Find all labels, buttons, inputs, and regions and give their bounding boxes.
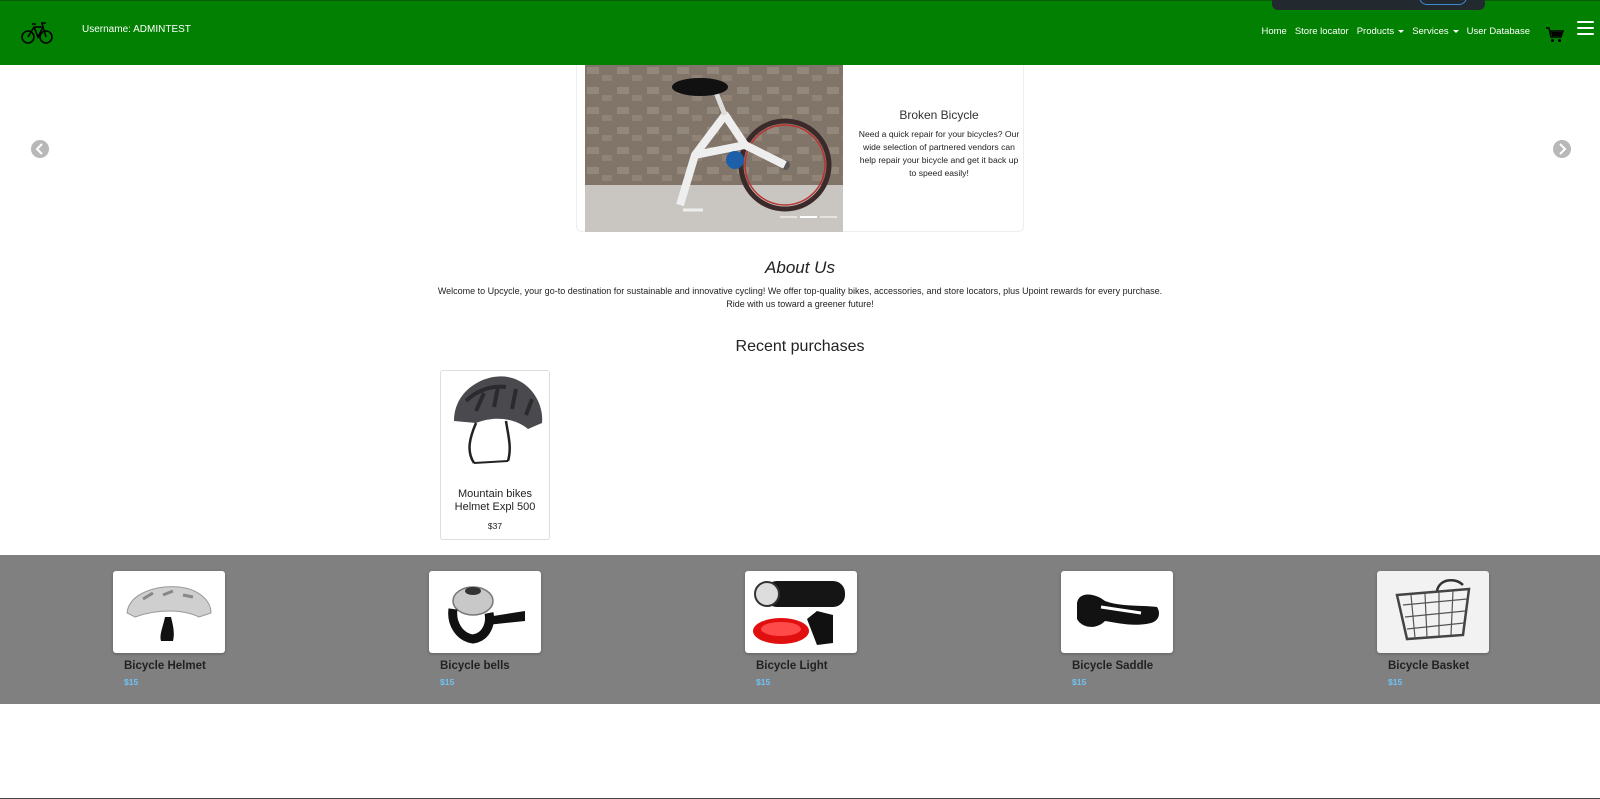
carousel-indicator-active[interactable] (800, 216, 817, 218)
featured-product-price: $15 (1072, 677, 1087, 687)
hero-carousel: Broken Bicycle Need a quick repair for y… (576, 65, 1024, 232)
featured-product-card[interactable]: Bicycle Helmet $15 (113, 571, 225, 687)
nav-services-dropdown[interactable]: Services (1408, 26, 1462, 37)
featured-products-band: Bicycle Helmet $15 Bicycle bells $15 Bic… (0, 555, 1600, 704)
purchase-product-name: Mountain bikes Helmet Expl 500 (454, 488, 536, 513)
nav-products-label: Products (1356, 26, 1395, 37)
main-nav: Home Store locator Products Services Use… (1257, 26, 1534, 37)
nav-store-locator[interactable]: Store locator (1291, 26, 1353, 37)
helmet-product-image (454, 376, 543, 464)
featured-product-name: Bicycle Saddle (1072, 660, 1154, 672)
nav-user-database[interactable]: User Database (1463, 26, 1534, 37)
chevron-right-icon (1559, 143, 1567, 155)
chevron-left-icon (35, 143, 43, 155)
carousel-next-button[interactable] (1553, 140, 1571, 158)
basket-icon (1377, 571, 1489, 653)
featured-product-card[interactable]: Bicycle Light $15 (745, 571, 857, 687)
top-navbar: Username: ADMINTEST Home Store locator P… (0, 0, 1600, 65)
featured-product-name: Bicycle bells (440, 660, 510, 672)
nav-products-dropdown[interactable]: Products (1353, 26, 1409, 37)
featured-product-name: Bicycle Light (756, 660, 828, 672)
helmet-icon (113, 571, 225, 653)
about-us-heading: About Us (765, 258, 835, 277)
caret-down-icon (1398, 30, 1405, 33)
about-us-text: Welcome to Upcycle, your go-to destinati… (437, 286, 1163, 309)
featured-product-price: $15 (1388, 677, 1403, 687)
featured-product-card[interactable]: Bicycle Basket $15 (1377, 571, 1489, 687)
slide-title: Broken Bicycle (899, 108, 979, 122)
saddle-icon (1061, 571, 1173, 653)
carousel-prev-button[interactable] (31, 140, 49, 158)
featured-product-card[interactable]: Bicycle bells $15 (429, 571, 541, 687)
recent-purchase-card[interactable]: Mountain bikes Helmet Expl 500 $37 (440, 370, 550, 540)
slide-image-broken-bicycle (585, 65, 843, 232)
featured-product-name: Bicycle Helmet (124, 660, 206, 672)
carousel-indicator[interactable] (820, 216, 837, 218)
featured-product-price: $15 (756, 677, 771, 687)
featured-product-name: Bicycle Basket (1388, 660, 1470, 672)
carousel-indicators (780, 216, 837, 218)
username-label: Username: ADMINTEST (82, 24, 191, 35)
purchase-product-price: $37 (487, 521, 503, 531)
featured-product-price: $15 (440, 677, 455, 687)
shopping-cart-icon[interactable] (1546, 27, 1564, 43)
light-icon (745, 571, 857, 653)
recent-purchases-heading: Recent purchases (735, 338, 865, 355)
nav-home[interactable]: Home (1257, 26, 1290, 37)
nav-services-label: Services (1412, 26, 1449, 37)
slide-text: Need a quick repair for your bicycles? O… (858, 129, 1020, 178)
slide-caption: Broken Bicycle Need a quick repair for y… (858, 108, 1020, 180)
dropdown-popover (1272, 0, 1485, 10)
featured-product-card[interactable]: Bicycle Saddle $15 (1061, 571, 1173, 687)
featured-product-price: $15 (124, 677, 139, 687)
caret-down-icon (1452, 30, 1459, 33)
bicycle-logo-icon[interactable] (21, 19, 53, 47)
menu-toggle-icon[interactable] (1577, 21, 1594, 35)
carousel-indicator[interactable] (780, 216, 797, 218)
bell-icon (429, 571, 541, 653)
popover-button[interactable] (1419, 0, 1467, 5)
